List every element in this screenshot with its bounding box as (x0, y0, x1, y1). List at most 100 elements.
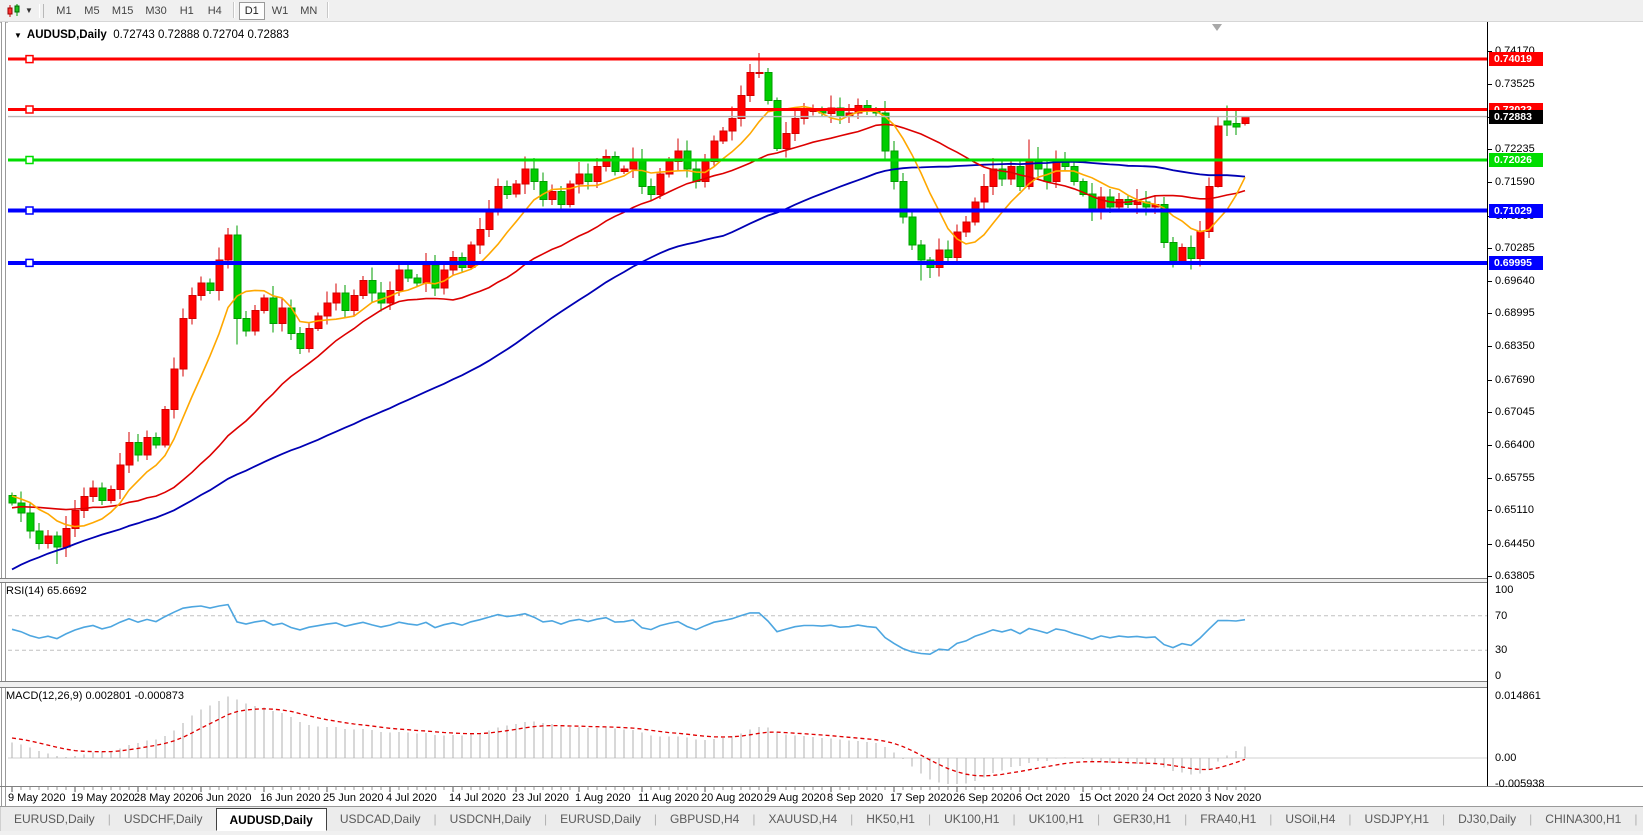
tab-eurusd-daily[interactable]: EURUSD,Daily (1, 807, 108, 831)
price-tick-mark (1488, 281, 1492, 282)
macd-axis-label: 0.014861 (1495, 690, 1541, 702)
price-tick-mark (1488, 380, 1492, 381)
price-tick-mark (1488, 412, 1492, 413)
macd-panel-canvas[interactable] (8, 688, 1487, 786)
timeframe-w1[interactable]: W1 (267, 2, 294, 20)
tab-usdcad-daily[interactable]: USDCAD,Daily (327, 807, 434, 831)
tab-usdcnh-daily[interactable]: USDCNH,Daily (437, 807, 544, 831)
tab-xauusd-h4[interactable]: XAUUSD,H4 (755, 807, 850, 831)
chart-window: ▼ AUDUSD,Daily 0.72743 0.72888 0.72704 0.… (0, 22, 1643, 831)
price-tick-label: 0.65755 (1495, 472, 1535, 484)
toolbar-grip[interactable] (39, 4, 44, 18)
x-axis-label: 16 Jun 2020 (260, 792, 321, 804)
window-bottom-strip (0, 831, 1643, 835)
macd-axis-label: 0.00 (1495, 752, 1516, 764)
x-axis-label: 17 Sep 2020 (890, 792, 952, 804)
rsi-indicator-label: RSI(14) 65.6692 (6, 585, 87, 597)
line-handle[interactable] (26, 106, 33, 113)
price-tick-label: 0.70285 (1495, 242, 1535, 254)
rsi-axis-label: 30 (1495, 644, 1507, 656)
timeframe-m30[interactable]: M30 (140, 2, 171, 20)
tab-audusd-daily[interactable]: AUDUSD,Daily (216, 808, 327, 831)
price-tick-label: 0.69640 (1495, 275, 1535, 287)
price-tick-mark (1488, 248, 1492, 249)
ohlc-values: 0.72743 0.72888 0.72704 0.72883 (113, 29, 289, 41)
price-axis[interactable]: 0.741700.735250.728800.722350.715900.709… (1487, 22, 1643, 786)
line-handle[interactable] (26, 157, 33, 164)
line-handle[interactable] (26, 259, 33, 266)
price-tick-label: 0.65110 (1495, 504, 1534, 516)
tab-fra40-h1[interactable]: FRA40,H1 (1187, 807, 1269, 831)
x-axis-label: 26 Sep 2020 (953, 792, 1015, 804)
hline-price-tag[interactable]: 0.69995 (1489, 256, 1543, 270)
price-tick-label: 0.67045 (1495, 406, 1535, 418)
line-handle[interactable] (26, 207, 33, 214)
current-price-tag[interactable]: 0.72883 (1489, 110, 1543, 124)
chevron-down-icon[interactable]: ▼ (25, 6, 33, 15)
chart-title: ▼ AUDUSD,Daily 0.72743 0.72888 0.72704 0.… (14, 29, 289, 41)
tab-usdjpy-h1[interactable]: USDJPY,H1 (1352, 807, 1442, 831)
symbol-tabs-bar: EURUSD,Daily|USDCHF,DailyAUDUSD,DailyUSD… (0, 806, 1643, 831)
price-tick-label: 0.66400 (1495, 439, 1535, 451)
hline-price-tag[interactable]: 0.71029 (1489, 204, 1543, 218)
tab-gbpusd-h4[interactable]: GBPUSD,H4 (657, 807, 752, 831)
tab-usoil-h1[interactable]: USOil,H1 (1637, 807, 1643, 831)
rsi-current-value: 65.6692 (47, 585, 87, 597)
timeframe-m1[interactable]: M1 (51, 2, 77, 20)
tab-hk50-h1[interactable]: HK50,H1 (853, 807, 928, 831)
chart-shift-marker[interactable] (1212, 24, 1222, 31)
tab-eurusd-daily[interactable]: EURUSD,Daily (547, 807, 654, 831)
rsi-axis-label: 0 (1495, 670, 1501, 682)
tab-china300-h1[interactable]: CHINA300,H1 (1532, 807, 1634, 831)
candlestick-chart-icon[interactable] (3, 2, 25, 20)
price-tick-mark (1488, 576, 1492, 577)
rsi-panel-canvas[interactable] (8, 583, 1487, 681)
macd-axis-label: -0.005938 (1495, 778, 1545, 790)
price-tick-mark (1488, 346, 1492, 347)
price-tick-mark (1488, 544, 1492, 545)
line-handle[interactable] (26, 56, 33, 63)
x-axis-label: 9 May 2020 (8, 792, 65, 804)
tab-dj30-daily[interactable]: DJ30,Daily (1445, 807, 1529, 831)
toolbar-separator (327, 2, 328, 18)
tab-uk100-h1[interactable]: UK100,H1 (931, 807, 1012, 831)
x-axis-label: 24 Oct 2020 (1142, 792, 1202, 804)
timeframe-mn[interactable]: MN (295, 2, 322, 20)
candlestick-chart-icon-svg (6, 4, 22, 18)
symbol-period-label: AUDUSD,Daily (27, 29, 107, 41)
x-axis-label: 4 Jul 2020 (386, 792, 437, 804)
x-axis-label: 23 Jul 2020 (512, 792, 569, 804)
x-axis-label: 25 Jun 2020 (323, 792, 384, 804)
timeframe-m15[interactable]: M15 (107, 2, 138, 20)
timeframe-h4[interactable]: H4 (202, 2, 228, 20)
price-tick-mark (1488, 313, 1492, 314)
rsi-axis-label: 70 (1495, 610, 1507, 622)
hline-price-tag[interactable]: 0.74019 (1489, 52, 1543, 66)
hline-price-tag[interactable]: 0.72026 (1489, 153, 1543, 167)
x-axis-label: 15 Oct 2020 (1079, 792, 1139, 804)
panel-splitter[interactable] (0, 578, 1643, 583)
timeframe-buttons: M1M5M15M30H1H4 D1W1MN (50, 2, 332, 20)
title-collapse-icon[interactable]: ▼ (14, 31, 22, 40)
timeframe-d1[interactable]: D1 (239, 2, 265, 20)
macd-main-value: 0.002801 (85, 690, 131, 702)
panel-splitter[interactable] (0, 681, 1643, 688)
price-tick-label: 0.71590 (1495, 176, 1535, 188)
tab-uk100-h1[interactable]: UK100,H1 (1016, 807, 1097, 831)
tab-ger30-h1[interactable]: GER30,H1 (1100, 807, 1184, 831)
x-axis-label: 11 Aug 2020 (638, 792, 699, 804)
price-tick-label: 0.67690 (1495, 374, 1535, 386)
price-tick-label: 0.68350 (1495, 340, 1535, 352)
time-axis[interactable]: 9 May 202019 May 202028 May 20206 Jun 20… (8, 786, 1487, 806)
x-axis-label: 29 Aug 2020 (764, 792, 826, 804)
price-tick-label: 0.64450 (1495, 538, 1535, 550)
tab-usdchf-daily[interactable]: USDCHF,Daily (111, 807, 216, 831)
macd-name: MACD(12,26,9) (6, 690, 82, 702)
tab-usoil-h4[interactable]: USOil,H4 (1272, 807, 1348, 831)
timeframe-h1[interactable]: H1 (174, 2, 200, 20)
price-tick-mark (1488, 510, 1492, 511)
timeframe-m5[interactable]: M5 (79, 2, 105, 20)
x-axis-label: 19 May 2020 (71, 792, 135, 804)
main-chart-canvas[interactable] (8, 22, 1487, 578)
chart-window-left-edge (1, 22, 6, 806)
